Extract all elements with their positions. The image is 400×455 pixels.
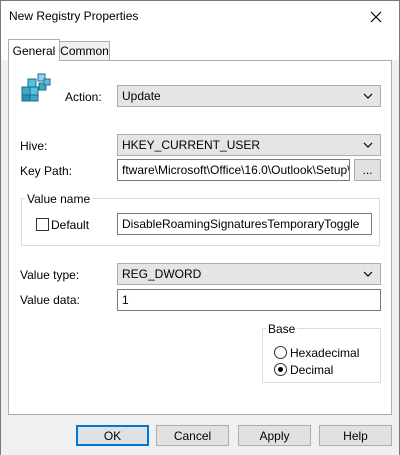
- help-button-label: Help: [343, 428, 368, 443]
- close-button[interactable]: [353, 1, 399, 32]
- title-bar: New Registry Properties: [1, 1, 399, 32]
- key-path-value: ftware\Microsoft\Office\16.0\Outlook\Set…: [122, 163, 350, 177]
- apply-button[interactable]: Apply: [238, 425, 311, 446]
- hexadecimal-radio-label: Hexadecimal: [290, 346, 360, 360]
- value-data-input[interactable]: 1: [117, 289, 381, 311]
- button-bar: OK Cancel Apply Help: [1, 415, 399, 455]
- value-type-value: REG_DWORD: [122, 267, 202, 281]
- cancel-button[interactable]: Cancel: [156, 425, 229, 446]
- window-title: New Registry Properties: [9, 9, 139, 23]
- value-name-value: DisableRoamingSignaturesTemporaryToggle: [122, 217, 360, 231]
- help-button[interactable]: Help: [319, 425, 392, 446]
- registry-icon: [21, 73, 51, 102]
- tab-common[interactable]: Common: [60, 41, 110, 60]
- chevron-down-icon: [363, 142, 373, 148]
- hexadecimal-radio[interactable]: [274, 346, 287, 359]
- value-data-label: Value data:: [20, 293, 80, 307]
- action-value: Update: [122, 89, 161, 103]
- apply-button-label: Apply: [259, 428, 290, 443]
- default-checkbox-label: Default: [51, 218, 90, 232]
- hive-label: Hive:: [20, 139, 48, 153]
- action-label: Action:: [65, 90, 102, 104]
- decimal-radio[interactable]: [274, 363, 287, 376]
- tab-general[interactable]: General: [8, 39, 60, 61]
- key-path-label: Key Path:: [20, 164, 73, 178]
- default-checkbox[interactable]: [36, 218, 49, 231]
- value-type-label: Value type:: [20, 268, 80, 282]
- chevron-down-icon: [363, 271, 373, 277]
- value-name-group-title: Value name: [25, 192, 93, 206]
- general-panel: Action: Update Hive: HKEY_CURRENT_USER K…: [8, 60, 392, 415]
- action-combobox[interactable]: Update: [117, 85, 381, 107]
- browse-button[interactable]: ...: [354, 159, 381, 181]
- close-icon: [370, 11, 382, 22]
- value-type-combobox[interactable]: REG_DWORD: [117, 263, 381, 285]
- chevron-down-icon: [363, 93, 373, 99]
- value-name-input[interactable]: DisableRoamingSignaturesTemporaryToggle: [117, 213, 372, 235]
- key-path-input[interactable]: ftware\Microsoft\Office\16.0\Outlook\Set…: [117, 159, 350, 181]
- hive-combobox[interactable]: HKEY_CURRENT_USER: [117, 134, 381, 156]
- hive-value: HKEY_CURRENT_USER: [122, 138, 261, 152]
- registry-properties-dialog: New Registry Properties General Common A…: [0, 0, 400, 455]
- ok-button[interactable]: OK: [76, 425, 149, 446]
- value-data-value: 1: [122, 293, 129, 307]
- decimal-radio-label: Decimal: [290, 363, 334, 377]
- cancel-button-label: Cancel: [173, 428, 212, 443]
- base-group-title: Base: [266, 322, 298, 336]
- ok-button-label: OK: [103, 428, 122, 443]
- browse-button-label: ...: [362, 163, 373, 177]
